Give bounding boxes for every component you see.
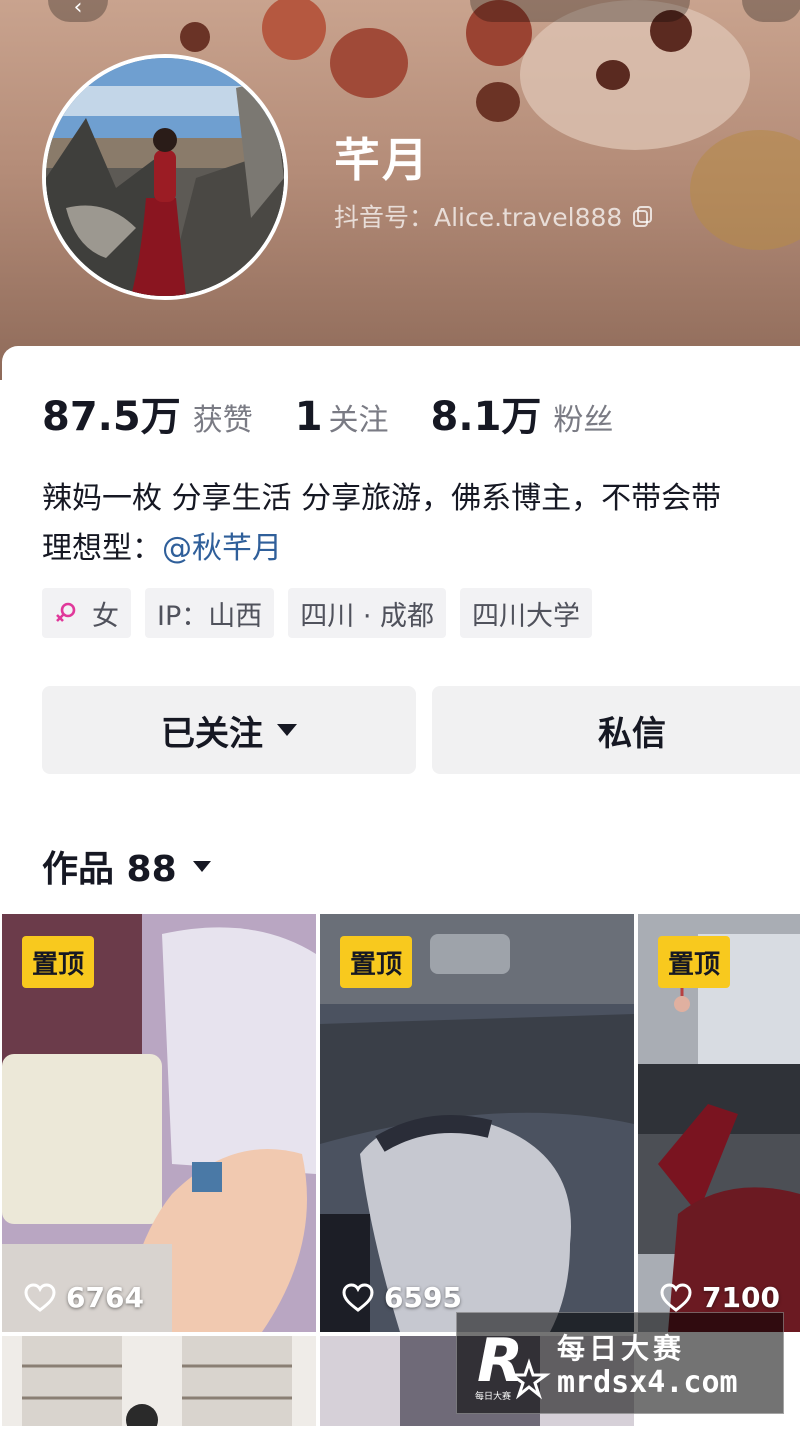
like-count-value: 7100: [702, 1281, 780, 1314]
douyin-id[interactable]: 抖音号：Alice.travel888: [334, 198, 654, 234]
tag-location: 四川 · 成都: [288, 588, 446, 638]
stat-value: 1: [294, 394, 323, 440]
stats-row: 87.5万 获赞 1 关注 8.1万 粉丝: [42, 384, 655, 442]
banner-decoration: [180, 22, 210, 52]
stat-likes[interactable]: 87.5万 获赞: [42, 384, 253, 442]
watermark-title: 每日大赛: [557, 1332, 686, 1365]
tag-label: 女: [92, 600, 119, 632]
like-count: 7100: [660, 1281, 780, 1314]
watermark-url: mrdsx4.com: [557, 1365, 738, 1400]
video-tile[interactable]: [2, 1336, 316, 1426]
stat-value: 8.1万: [430, 394, 542, 440]
banner-decoration: [690, 130, 800, 250]
search-bar-button[interactable]: [470, 0, 690, 22]
banner-decoration: [262, 0, 326, 60]
message-label: 私信: [598, 713, 666, 754]
pinned-badge: 置顶: [22, 936, 95, 988]
bio: 辣妈一枚 分享生活 分享旅游，佛系博主，不带会带 理想型：@秋芊月: [42, 474, 800, 574]
followed-button[interactable]: 已关注: [42, 686, 416, 774]
mention-link[interactable]: @秋芊月: [162, 531, 282, 566]
nickname: 芊月: [334, 133, 430, 187]
works-tab[interactable]: 作品 88: [42, 840, 211, 892]
profile-tags: 女 IP：山西 四川 · 成都 四川大学: [42, 588, 606, 638]
banner-decoration: [596, 60, 630, 90]
banner-decoration: [330, 28, 408, 98]
banner-decoration: [476, 82, 520, 122]
avatar-image: [46, 58, 284, 296]
stat-value: 87.5万: [42, 394, 181, 440]
svg-text:R: R: [477, 1326, 523, 1396]
video-tile[interactable]: 置顶 7100: [638, 914, 800, 1332]
watermark: R 每日大赛 每日大赛 mrdsx4.com: [456, 1312, 784, 1414]
pinned-badge: 置顶: [658, 936, 731, 988]
like-count-value: 6764: [66, 1281, 144, 1314]
tag-ip: IP：山西: [145, 588, 275, 638]
stat-label: 关注: [328, 403, 389, 438]
like-count: 6595: [342, 1281, 462, 1314]
bio-prefix: 理想型：: [42, 531, 162, 566]
heart-icon: [342, 1282, 374, 1312]
avatar[interactable]: [42, 54, 288, 300]
stat-label: 获赞: [192, 403, 253, 438]
video-thumbnail: [2, 1336, 316, 1426]
watermark-logo: R 每日大赛: [475, 1326, 551, 1402]
stat-following[interactable]: 1 关注: [295, 394, 389, 440]
message-button[interactable]: 私信: [432, 686, 800, 774]
pinned-badge: 置顶: [340, 936, 413, 988]
tag-gender: 女: [42, 588, 131, 638]
back-button[interactable]: ‹: [48, 0, 108, 22]
heart-icon: [24, 1282, 56, 1312]
watermark-logo-text: 每日大赛: [475, 1390, 511, 1402]
back-arrow-icon: ‹: [73, 0, 83, 20]
works-label: 作品 88: [42, 849, 177, 890]
stat-label: 粉丝: [553, 403, 614, 438]
heart-icon: [660, 1282, 692, 1312]
stat-followers[interactable]: 8.1万 粉丝: [431, 384, 614, 442]
female-icon: [56, 602, 76, 622]
like-count: 6764: [24, 1281, 144, 1314]
bio-line: 辣妈一枚 分享生活 分享旅游，佛系博主，不带会带: [42, 481, 722, 516]
profile-banner: ‹ 芊月 抖音号：Alice.travel888: [0, 0, 800, 380]
bio-line: 理想型：@秋芊月: [42, 524, 800, 574]
caret-down-icon: [277, 724, 297, 736]
copy-icon[interactable]: [632, 205, 654, 227]
video-tile[interactable]: 置顶 6595: [320, 914, 634, 1332]
followed-label: 已关注: [161, 713, 263, 754]
caret-down-icon: [192, 860, 211, 872]
banner-decoration: [520, 0, 750, 150]
like-count-value: 6595: [384, 1281, 462, 1314]
more-button[interactable]: [742, 0, 800, 22]
tag-school: 四川大学: [460, 588, 592, 638]
douyin-id-text: 抖音号：Alice.travel888: [334, 203, 623, 232]
video-tile[interactable]: 置顶 6764: [2, 914, 316, 1332]
